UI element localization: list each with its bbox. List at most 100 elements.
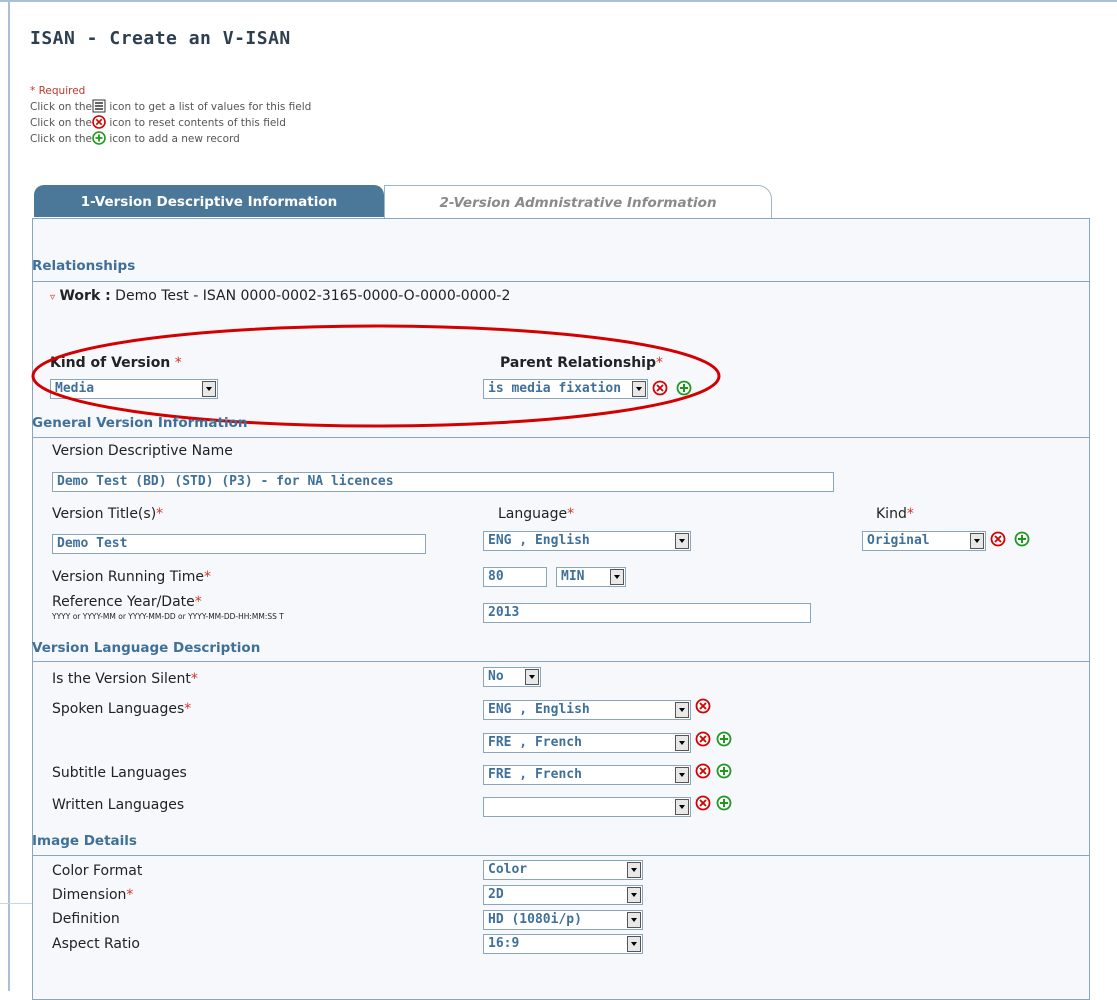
work-label: Work : (59, 288, 111, 304)
select-value: Original (867, 533, 930, 548)
reset-icon[interactable] (695, 795, 711, 811)
legend-reset: Click on the icon to reset contents of t… (30, 115, 311, 131)
dropdown-arrow-icon[interactable] (675, 533, 689, 549)
reset-icon[interactable] (695, 731, 711, 747)
parent-relationship-select[interactable]: is media fixation (483, 379, 648, 399)
select-value: 2D (488, 887, 504, 902)
label-text: Dimension (52, 887, 127, 903)
written-languages-label: Written Languages (52, 797, 185, 813)
select-value: FRE , French (488, 735, 582, 750)
color-format-select[interactable]: Color (483, 860, 643, 880)
kind-select[interactable]: Original (862, 531, 986, 551)
kind-of-version-select[interactable]: Media (50, 379, 218, 399)
required-star: * (184, 701, 192, 717)
select-value: FRE , French (488, 767, 582, 782)
window-left-border (8, 0, 10, 991)
legend-list: Click on the icon to get a list of value… (30, 99, 311, 115)
legend-text: Click on the (30, 117, 93, 129)
required-star: * (567, 506, 575, 522)
version-title-input[interactable]: Demo Test (52, 534, 426, 554)
label-text: Language (498, 506, 568, 522)
expand-toggle-icon[interactable]: ▿ (50, 292, 55, 303)
select-value: 16:9 (488, 936, 520, 951)
reset-icon (92, 115, 106, 129)
add-icon[interactable] (676, 380, 692, 396)
label-text: Version Running Time (52, 569, 205, 585)
label-text: Parent Relationship (500, 355, 656, 371)
dropdown-arrow-icon[interactable] (632, 381, 646, 397)
section-divider (32, 437, 1089, 438)
select-value: MIN (561, 569, 585, 584)
reset-icon[interactable] (990, 531, 1006, 547)
aspect-ratio-label: Aspect Ratio (52, 936, 140, 952)
dropdown-arrow-icon[interactable] (627, 936, 641, 952)
select-value: ENG , English (488, 702, 590, 717)
required-star: * (126, 887, 134, 903)
dropdown-arrow-icon[interactable] (627, 862, 641, 878)
dropdown-arrow-icon[interactable] (675, 767, 689, 783)
dropdown-arrow-icon[interactable] (525, 669, 539, 685)
add-icon[interactable] (1014, 531, 1030, 547)
kind-of-version-label: Kind of Version * (50, 355, 182, 371)
section-relationships: Relationships (32, 258, 136, 274)
dropdown-arrow-icon[interactable] (675, 735, 689, 751)
section-general: General Version Information (32, 415, 248, 431)
version-title-label: Version Title(s)* (52, 506, 163, 522)
running-time-unit-select[interactable]: MIN (556, 567, 626, 587)
descriptive-name-input[interactable]: Demo Test (BD) (STD) (P3) - for NA licen… (52, 472, 834, 492)
aspect-ratio-select[interactable]: 16:9 (483, 934, 643, 954)
legend-text: Click on the (30, 133, 93, 145)
spoken-languages-label: Spoken Languages* (52, 701, 191, 717)
reset-icon[interactable] (652, 380, 668, 396)
subtitle-languages-label: Subtitle Languages (52, 765, 187, 781)
subtitle-language-select[interactable]: FRE , French (483, 765, 691, 785)
section-divider (32, 281, 1089, 282)
dropdown-arrow-icon[interactable] (202, 381, 216, 397)
select-value: is media fixation (488, 381, 622, 396)
color-format-label: Color Format (52, 863, 143, 879)
language-select[interactable]: ENG , English (483, 531, 691, 551)
running-time-label: Version Running Time* (52, 569, 211, 585)
add-icon[interactable] (716, 731, 732, 747)
tab-version-administrative[interactable]: 2-Version Admnistrative Information (384, 185, 772, 218)
dropdown-arrow-icon[interactable] (627, 912, 641, 928)
select-value: Media (55, 381, 95, 396)
required-star: * (906, 506, 914, 522)
spoken-language-select[interactable]: ENG , English (483, 700, 691, 720)
dimension-select[interactable]: 2D (483, 885, 643, 905)
legend-text: Click on the (30, 101, 93, 113)
reset-icon[interactable] (695, 698, 711, 714)
required-star: * (156, 506, 164, 522)
dropdown-arrow-icon[interactable] (970, 533, 984, 549)
descriptive-name-label: Version Descriptive Name (52, 443, 233, 459)
add-icon[interactable] (716, 763, 732, 779)
select-value: Color (488, 862, 528, 877)
dropdown-arrow-icon[interactable] (610, 569, 624, 585)
dropdown-arrow-icon[interactable] (675, 702, 689, 718)
dropdown-arrow-icon[interactable] (627, 887, 641, 903)
section-divider (32, 855, 1089, 856)
add-icon[interactable] (716, 795, 732, 811)
definition-label: Definition (52, 911, 120, 927)
required-star: * (190, 671, 198, 687)
reset-icon[interactable] (695, 763, 711, 779)
window-top-border (0, 0, 1117, 2)
running-time-input[interactable]: 80 (483, 567, 547, 587)
list-icon (92, 99, 106, 113)
spoken-language-select[interactable]: FRE , French (483, 733, 691, 753)
legend-text: icon to get a list of values for this fi… (106, 101, 312, 113)
dropdown-arrow-icon[interactable] (675, 799, 689, 815)
reference-year-format-hint: YYYY or YYYY-MM or YYYY-MM-DD or YYYY-MM… (52, 612, 284, 621)
definition-select[interactable]: HD (1080i/p) (483, 910, 643, 930)
silent-label: Is the Version Silent* (52, 671, 198, 687)
page-title: ISAN - Create an V-ISAN (30, 28, 291, 49)
written-language-select[interactable] (483, 797, 691, 817)
tab-version-descriptive[interactable]: 1-Version Descriptive Information (34, 185, 384, 217)
label-text: Is the Version Silent (52, 671, 191, 687)
reference-year-input[interactable]: 2013 (483, 603, 811, 623)
select-value: ENG , English (488, 533, 590, 548)
select-value: HD (1080i/p) (488, 912, 582, 927)
dimension-label: Dimension* (52, 887, 133, 903)
silent-select[interactable]: No (483, 667, 541, 687)
legend-add: Click on the icon to add a new record (30, 131, 311, 147)
